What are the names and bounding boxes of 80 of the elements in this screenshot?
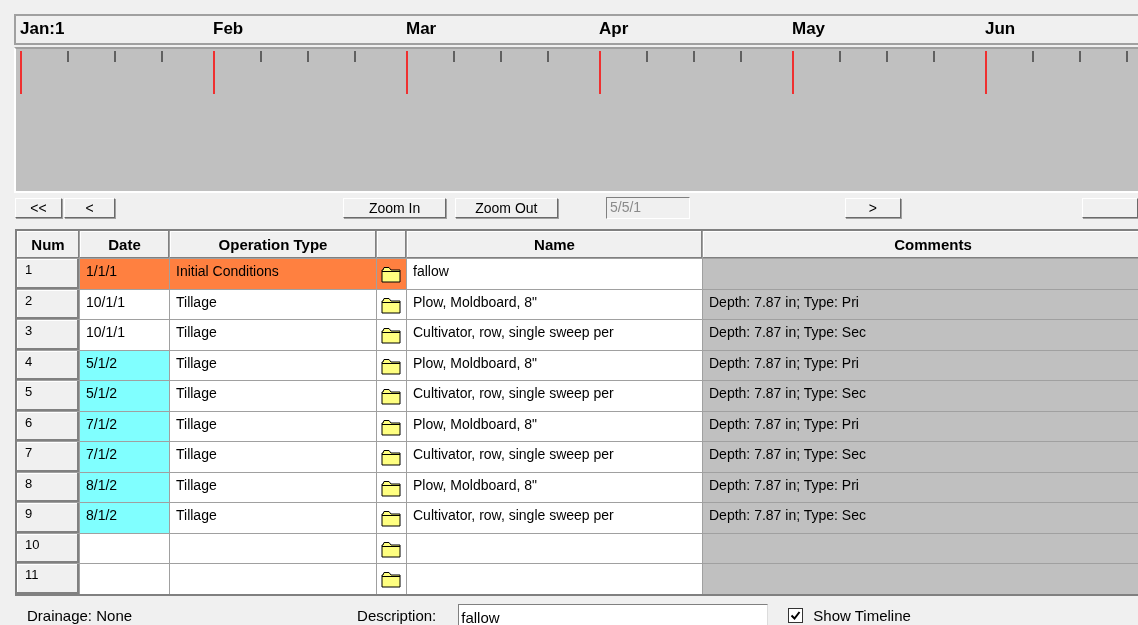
table-cell: Cultivator, row, single sweep per — [407, 381, 702, 411]
column-header[interactable]: Comments — [703, 231, 1138, 258]
table-cell: Tillage — [170, 442, 376, 472]
table-cell: 10/1/1 — [80, 320, 169, 350]
row-number[interactable]: 5 — [17, 381, 79, 411]
table-cell: Depth: 7.87 in; Type: Sec — [703, 503, 1138, 533]
row-number[interactable]: 7 — [17, 442, 79, 472]
month-label: Apr — [599, 19, 629, 39]
table-cell: Depth: 7.87 in; Type: Sec — [703, 442, 1138, 472]
folder-icon[interactable] — [381, 449, 401, 466]
next-button[interactable]: > — [844, 198, 901, 218]
table-cell: Cultivator, row, single sweep per — [407, 503, 702, 533]
column-header[interactable] — [377, 231, 406, 258]
table-cell: Plow, Moldboard, 8" — [407, 350, 702, 380]
table-cell: fallow — [407, 259, 702, 289]
folder-icon[interactable] — [381, 540, 401, 558]
folder-icon[interactable] — [381, 418, 401, 436]
table-cell: Tillage — [170, 472, 376, 502]
row-number[interactable]: 3 — [17, 320, 79, 350]
folder-icon[interactable] — [381, 296, 401, 314]
table-cell: 7/1/2 — [80, 442, 169, 472]
table-cell: Tillage — [170, 381, 376, 411]
table-cell: Plow, Moldboard, 8" — [407, 472, 702, 502]
previous-button[interactable]: < — [63, 198, 116, 218]
row-number[interactable]: 8 — [17, 472, 79, 502]
show-timeline-label[interactable]: Show Timeline — [813, 607, 911, 624]
table-cell: Tillage — [170, 503, 376, 533]
table-cell: Depth: 7.87 in; Type: Pri — [703, 411, 1138, 441]
description-field[interactable]: fallow — [458, 603, 769, 625]
table-cell: Initial Conditions — [170, 259, 376, 289]
table-cell: Plow, Moldboard, 8" — [407, 289, 702, 319]
column-header[interactable]: Operation Type — [170, 231, 376, 258]
table-cell: 7/1/2 — [80, 411, 169, 441]
table-cell: 5/1/2 — [80, 381, 169, 411]
table-cell: 10/1/1 — [80, 289, 169, 319]
folder-icon[interactable] — [381, 510, 401, 527]
table-cell: 5/1/2 — [80, 350, 169, 380]
column-header[interactable]: Name — [407, 231, 702, 258]
column-header[interactable]: Num — [17, 231, 79, 258]
month-label: Jun — [985, 19, 1016, 39]
table-cell: 8/1/2 — [80, 472, 169, 502]
row-number[interactable]: 9 — [17, 503, 79, 533]
first-button[interactable]: << — [15, 198, 62, 218]
folder-icon[interactable] — [381, 327, 401, 344]
drainage-label: Drainage: None — [27, 607, 133, 624]
table-cell: Tillage — [170, 411, 376, 441]
table-cell: 1/1/1 — [80, 259, 169, 289]
table-cell: Depth: 7.87 in; Type: Pri — [703, 289, 1138, 319]
last-button[interactable] — [1081, 198, 1138, 218]
row-number[interactable]: 6 — [17, 411, 79, 441]
table-cell: Tillage — [170, 320, 376, 350]
row-number[interactable]: 10 — [17, 533, 79, 563]
table-cell: Cultivator, row, single sweep per — [407, 320, 702, 350]
column-header[interactable]: Date — [80, 231, 169, 258]
row-number[interactable]: 11 — [17, 564, 79, 594]
zoom-out-button[interactable]: Zoom Out — [454, 198, 558, 218]
table-cell: Tillage — [170, 350, 376, 380]
month-label: Mar — [406, 19, 437, 39]
description-label: Description: — [357, 607, 437, 624]
table-cell: Depth: 7.87 in; Type: Pri — [703, 350, 1138, 380]
table-cell: Depth: 7.87 in; Type: Sec — [703, 381, 1138, 411]
folder-icon[interactable] — [381, 388, 401, 405]
table-cell: 8/1/2 — [80, 503, 169, 533]
folder-icon[interactable] — [381, 357, 401, 375]
month-label: Jan:1 — [20, 19, 65, 39]
folder-icon[interactable] — [381, 266, 401, 283]
table-cell: Plow, Moldboard, 8" — [407, 411, 702, 441]
row-number[interactable]: 1 — [17, 259, 79, 289]
table-cell: Tillage — [170, 289, 376, 319]
show-timeline-checkbox[interactable] — [788, 608, 804, 623]
table-cell: Cultivator, row, single sweep per — [407, 442, 702, 472]
row-number[interactable]: 4 — [17, 350, 79, 380]
month-label: Feb — [213, 19, 244, 39]
table-cell: Depth: 7.87 in; Type: Sec — [703, 320, 1138, 350]
folder-icon[interactable] — [381, 479, 401, 497]
month-label: May — [792, 19, 826, 39]
table-cell: Depth: 7.87 in; Type: Pri — [703, 472, 1138, 502]
row-number[interactable]: 2 — [17, 289, 79, 319]
zoom-in-button[interactable]: Zoom In — [343, 198, 446, 218]
folder-icon[interactable] — [381, 571, 401, 588]
